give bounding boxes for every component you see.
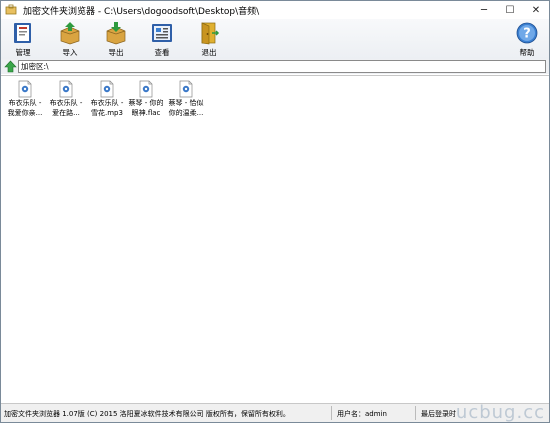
audio-file-icon xyxy=(179,80,193,98)
window-title: 加密文件夹浏览器 - C:\Users\dogoodsoft\Desktop\音… xyxy=(23,6,260,17)
file-item[interactable]: 布衣乐队 - 我爱你亲... xyxy=(4,80,46,118)
file-name-line2: 我爱你亲... xyxy=(7,109,43,117)
file-item[interactable]: 蔡琴 - 恰似 你的温柔... xyxy=(165,80,207,118)
address-bar: 加密区:\ xyxy=(1,59,549,74)
exit-label: 退出 xyxy=(201,48,217,57)
help-icon: ? xyxy=(516,22,538,44)
audio-file-icon xyxy=(100,80,114,98)
status-divider xyxy=(415,406,416,420)
file-name-line2: 你的温柔... xyxy=(168,109,204,117)
app-icon xyxy=(5,4,17,15)
path-field[interactable]: 加密区:\ xyxy=(18,60,546,73)
export-button[interactable]: 导出 xyxy=(98,21,134,58)
audio-file-icon xyxy=(18,80,32,98)
file-item[interactable]: 布衣乐队 - 雪花.mp3 xyxy=(86,80,128,118)
svg-text:?: ? xyxy=(523,27,531,42)
help-button[interactable]: ? 帮助 xyxy=(509,21,545,58)
file-name-line2: 眼神.flac xyxy=(131,109,161,117)
file-item[interactable]: 布衣乐队 - 爱在路... xyxy=(45,80,87,118)
file-name-line1: 布衣乐队 - xyxy=(90,99,124,107)
file-name-line1: 布衣乐队 - xyxy=(8,99,42,107)
audio-file-icon xyxy=(139,80,153,98)
import-label: 导入 xyxy=(62,48,78,57)
view-label: 查看 xyxy=(154,48,170,57)
view-icon xyxy=(152,24,172,42)
toolbar: 管理 导入 导出 查看 退出 ? 帮助 xyxy=(1,19,549,59)
manage-button[interactable]: 管理 xyxy=(5,21,41,58)
window-controls: ─ ☐ ✕ xyxy=(471,1,549,19)
manage-icon xyxy=(14,23,31,43)
title-bar: 加密文件夹浏览器 - C:\Users\dogoodsoft\Desktop\音… xyxy=(1,1,549,19)
file-name-line1: 蔡琴 - 你的 xyxy=(128,99,164,107)
exit-door-icon xyxy=(201,22,220,45)
file-name-line1: 蔡琴 - 恰似 xyxy=(168,99,204,107)
app-window: 加密文件夹浏览器 - C:\Users\dogoodsoft\Desktop\音… xyxy=(0,0,550,423)
import-button[interactable]: 导入 xyxy=(52,21,88,58)
file-list: 布衣乐队 - 我爱你亲... 布衣乐队 - 爱在路... 布衣乐队 - 雪花.m… xyxy=(1,75,549,401)
file-name-line1: 布衣乐队 - xyxy=(49,99,83,107)
close-button[interactable]: ✕ xyxy=(523,1,549,19)
maximize-button[interactable]: ☐ xyxy=(497,1,523,19)
status-divider xyxy=(331,406,332,420)
manage-label: 管理 xyxy=(15,48,31,57)
watermark: ucbug.cc xyxy=(455,402,545,423)
export-label: 导出 xyxy=(108,48,124,57)
username-text: 用户名：admin xyxy=(337,410,387,418)
file-name-line2: 爱在路... xyxy=(52,109,80,117)
audio-file-icon xyxy=(59,80,73,98)
export-icon xyxy=(106,22,126,45)
last-login-text: 最后登录时 xyxy=(421,410,456,418)
minimize-button[interactable]: ─ xyxy=(471,1,497,19)
import-icon xyxy=(60,22,80,45)
help-label: 帮助 xyxy=(519,48,535,57)
view-button[interactable]: 查看 xyxy=(144,21,180,58)
status-bar: 加密文件夹浏览器 1.07版 (C) 2015 洛阳夏冰软件技术有限公司 版权所… xyxy=(1,402,549,423)
copyright-text: 加密文件夹浏览器 1.07版 (C) 2015 洛阳夏冰软件技术有限公司 版权所… xyxy=(4,410,290,418)
exit-button[interactable]: 退出 xyxy=(191,21,227,58)
file-name-line2: 雪花.mp3 xyxy=(91,109,123,117)
up-arrow-icon[interactable] xyxy=(4,60,17,73)
file-item[interactable]: 蔡琴 - 你的 眼神.flac xyxy=(125,80,167,118)
